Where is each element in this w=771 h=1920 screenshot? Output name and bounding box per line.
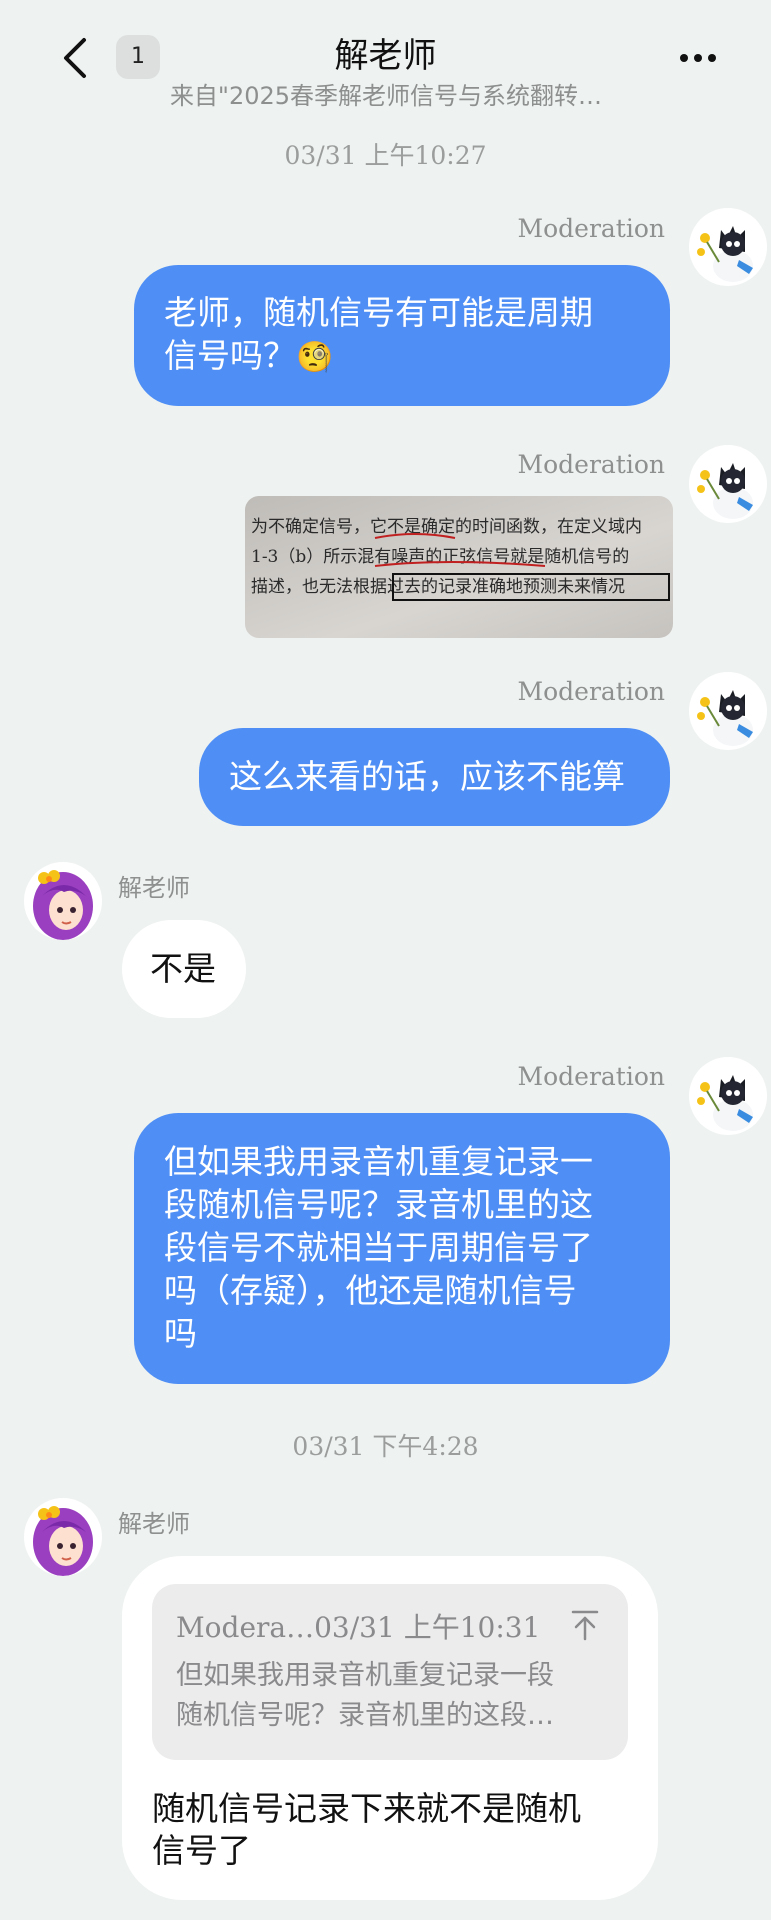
- message-line: 老师，随机信号有可能是周期: [164, 293, 593, 332]
- message-bubble-incoming[interactable]: 不是: [122, 920, 246, 1018]
- cartoon-avatar-icon: [689, 1057, 767, 1135]
- message-line: 信号吗？🧐: [164, 336, 334, 375]
- message-bubble-outgoing[interactable]: 这么来看的话，应该不能算: [199, 728, 670, 826]
- more-options-icon[interactable]: [676, 46, 720, 70]
- message-line: 段随机信号呢？录音机里的这: [164, 1185, 593, 1224]
- message-line: 吗（存疑），他还是随机信号: [164, 1271, 577, 1310]
- message-line: 吗: [164, 1314, 197, 1353]
- user-avatar[interactable]: [689, 208, 767, 286]
- thinking-face-emoji: 🧐: [296, 340, 334, 375]
- message-bubble-outgoing[interactable]: 但如果我用录音机重复记录一 段随机信号呢？录音机里的这 段信号不就相当于周期信号…: [134, 1113, 670, 1384]
- user-avatar[interactable]: [689, 672, 767, 750]
- quoted-message-text: 但如果我用录音机重复记录一段 随机信号呢？录音机里的这段…: [176, 1656, 596, 1736]
- photo-text-line: 为不确定信号，它不是确定的时间函数，在定义域内: [251, 517, 642, 537]
- timestamp: 03/31 上午10:27: [284, 141, 487, 170]
- quoted-message[interactable]: Modera…03/31 上午10:31 但如果我用录音机重复记录一段 随机信号…: [152, 1584, 628, 1760]
- quoted-line: 随机信号呢？录音机里的这段…: [176, 1700, 554, 1731]
- message-bubble-outgoing[interactable]: 老师，随机信号有可能是周期 信号吗？🧐: [134, 265, 670, 406]
- sender-name: Moderation: [517, 214, 666, 243]
- teacher-avatar[interactable]: [24, 1498, 102, 1576]
- reply-text: 随机信号记录下来就不是随机 信号了: [152, 1788, 632, 1872]
- photo-text-line: 1-3（b）所示混有噪声的正弦信号就是随机信号的: [251, 547, 629, 567]
- girl-avatar-icon: [24, 862, 102, 940]
- sender-name: Moderation: [517, 1062, 666, 1091]
- sender-name: 解老师: [118, 874, 190, 902]
- photo-text-line: 描述，也无法根据过去的记录准确地预测未来情况: [251, 577, 625, 597]
- user-avatar[interactable]: [689, 445, 767, 523]
- quoted-message-header: Modera…03/31 上午10:31: [176, 1611, 541, 1644]
- message-text: 不是: [150, 949, 216, 988]
- girl-avatar-icon: [24, 1498, 102, 1576]
- message-line: 段信号不就相当于周期信号了: [164, 1228, 593, 1267]
- teacher-avatar[interactable]: [24, 862, 102, 940]
- message-line: 但如果我用录音机重复记录一: [164, 1142, 593, 1181]
- sender-name: Moderation: [517, 677, 666, 706]
- photo-image: 为不确定信号，它不是确定的时间函数，在定义域内 1-3（b）所示混有噪声的正弦信…: [245, 496, 673, 638]
- sender-name: Moderation: [517, 450, 666, 479]
- timestamp: 03/31 下午4:28: [292, 1432, 479, 1461]
- jump-to-original-icon[interactable]: [568, 1608, 602, 1642]
- cartoon-avatar-icon: [689, 445, 767, 523]
- cartoon-avatar-icon: [689, 208, 767, 286]
- chat-subtitle[interactable]: 来自"2025春季解老师信号与系统翻转…: [160, 76, 612, 111]
- message-text: 这么来看的话，应该不能算: [229, 757, 625, 796]
- textbook-photo[interactable]: 为不确定信号，它不是确定的时间函数，在定义域内 1-3（b）所示混有噪声的正弦信…: [245, 496, 673, 638]
- user-avatar[interactable]: [689, 1057, 767, 1135]
- message-line: 随机信号记录下来就不是随机: [152, 1789, 581, 1828]
- cartoon-avatar-icon: [689, 672, 767, 750]
- chat-title: 解老师: [334, 36, 437, 76]
- message-line: 信号了: [152, 1831, 251, 1870]
- chat-header: 1 解老师 来自"2025春季解老师信号与系统翻转…: [0, 0, 771, 120]
- quoted-line: 但如果我用录音机重复记录一段: [176, 1660, 554, 1691]
- sender-name: 解老师: [118, 1510, 190, 1538]
